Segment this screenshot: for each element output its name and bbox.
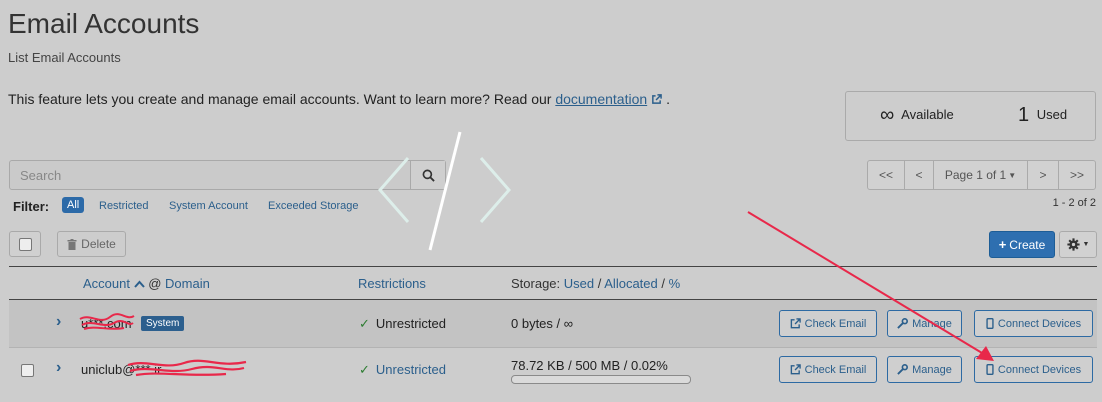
redaction-scribble <box>79 313 135 330</box>
intro-end: . <box>666 91 670 107</box>
external-link-icon[interactable] <box>651 94 662 105</box>
next-page-button[interactable]: > <box>1027 160 1059 190</box>
redaction-scribble <box>127 359 247 377</box>
page-title: Email Accounts <box>8 8 200 39</box>
restrictions-sort-link[interactable]: Restrictions <box>358 276 426 291</box>
row-checkbox[interactable] <box>21 364 34 377</box>
select-all-checkbox[interactable] <box>18 237 32 251</box>
page-select-label: Page 1 of 1 <box>944 168 1007 182</box>
storage-value: 0 bytes / ∞ <box>511 316 574 331</box>
domain-sort-link[interactable]: Domain <box>165 276 210 291</box>
filter-label: Filter: <box>13 199 50 214</box>
restrictions-header[interactable]: Restrictions <box>358 276 426 291</box>
prev-page-button[interactable]: < <box>904 160 934 190</box>
restriction-status: ✓ Unrestricted <box>359 362 446 378</box>
pagination: << < Page 1 of 1 ▼ > >> <box>867 160 1096 190</box>
storage-header: Storage: Used / Allocated / % <box>511 276 681 291</box>
filter-all[interactable]: All <box>62 197 85 213</box>
account-header[interactable]: Account @ Domain <box>83 276 210 291</box>
create-button-label: Create <box>1009 237 1046 252</box>
intro-text: This feature lets you create and manage … <box>8 91 670 107</box>
available-stat: ∞ Available <box>880 104 954 127</box>
sort-up-icon <box>133 280 145 288</box>
trash-icon <box>67 238 77 250</box>
restriction-status: ✓ Unrestricted <box>359 316 446 332</box>
page-subtitle: List Email Accounts <box>8 50 121 65</box>
intro-text-body: This feature lets you create and manage … <box>8 91 556 107</box>
storage-value: 78.72 KB / 500 MB / 0.02% <box>511 358 668 373</box>
caret-down-icon: ▼ <box>1082 241 1090 248</box>
chevron-right-icon[interactable]: › <box>56 359 61 377</box>
chevron-right-icon[interactable]: › <box>56 313 61 331</box>
used-stat: 1 Used <box>1018 104 1067 127</box>
system-badge: System <box>141 316 185 331</box>
available-value: ∞ <box>880 104 895 126</box>
checkmark-icon: ✓ <box>359 316 370 331</box>
select-all-checkbox-wrap[interactable] <box>9 231 41 257</box>
connect-devices-label: Connect Devices <box>997 363 1082 376</box>
checkmark-icon: ✓ <box>359 362 370 377</box>
filter-restricted[interactable]: Restricted <box>99 200 149 212</box>
code-watermark-icon <box>378 131 511 251</box>
storage-used-sort-link[interactable]: Used <box>564 276 594 291</box>
storage-allocated-sort-link[interactable]: Allocated <box>604 276 657 291</box>
account-stats-box: ∞ Available 1 Used <box>845 91 1096 141</box>
connect-devices-label: Connect Devices <box>997 317 1082 330</box>
storage-percent-sort-link[interactable]: % <box>669 276 681 291</box>
caret-down-icon: ▼ <box>1008 170 1017 180</box>
results-range: 1 - 2 of 2 <box>1052 197 1096 209</box>
settings-dropdown-button[interactable]: ▼ <box>1059 231 1097 258</box>
storage-progress-bar <box>511 375 691 384</box>
annotation-arrow-icon <box>747 211 994 361</box>
filter-system-account[interactable]: System Account <box>169 200 248 212</box>
account-sort-link[interactable]: Account <box>83 276 130 291</box>
used-value: 1 <box>1018 104 1030 126</box>
restriction-label: Unrestricted <box>375 316 446 331</box>
available-label: Available <box>901 107 954 122</box>
filter-exceeded-storage[interactable]: Exceeded Storage <box>268 200 359 212</box>
delete-button-label: Delete <box>81 237 116 251</box>
gear-icon <box>1066 238 1080 251</box>
search-input[interactable] <box>10 161 411 189</box>
storage-header-label: Storage: <box>511 276 561 291</box>
page-select[interactable]: Page 1 of 1 ▼ <box>933 160 1028 190</box>
used-label: Used <box>1036 107 1068 122</box>
delete-button[interactable]: Delete <box>57 231 126 257</box>
first-page-button[interactable]: << <box>867 160 905 190</box>
documentation-link[interactable]: documentation <box>555 91 647 107</box>
restriction-link[interactable]: Unrestricted <box>376 362 446 377</box>
last-page-button[interactable]: >> <box>1058 160 1096 190</box>
